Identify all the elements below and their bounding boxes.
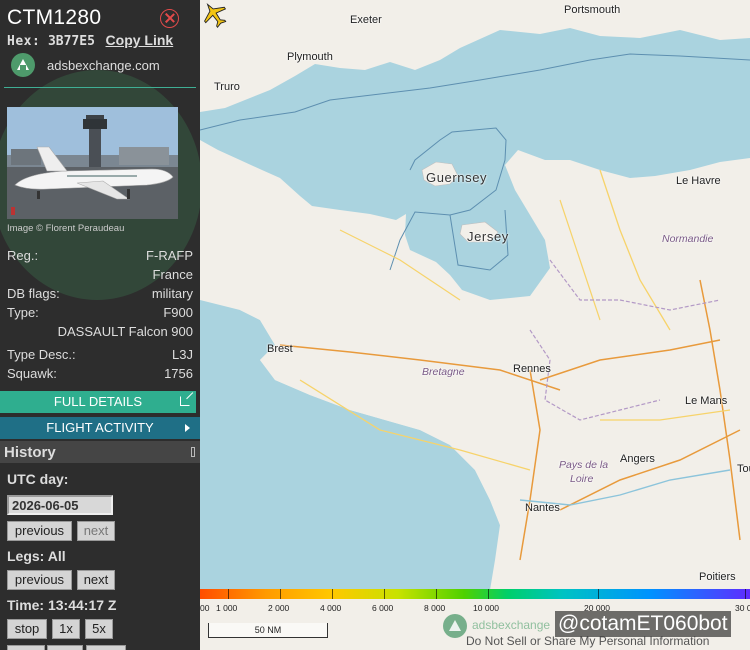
legend-tick xyxy=(598,589,599,599)
map-label-truro: Truro xyxy=(214,81,240,93)
history-title: History xyxy=(4,444,56,461)
brand-link[interactable]: adsbexchange.com xyxy=(47,58,160,73)
map-label-normandie: Normandie xyxy=(662,233,714,245)
info-row-type: Type: F900 xyxy=(7,305,193,323)
speed-1x-button[interactable]: 1x xyxy=(52,619,80,639)
legend-tick-label: 1 000 xyxy=(216,603,238,613)
flight-activity-label: FLIGHT ACTIVITY xyxy=(46,420,154,435)
photo-credit: Image © Florent Peraudeau xyxy=(7,223,125,234)
map-label-angers: Angers xyxy=(620,453,655,465)
info-value: F-RAFP xyxy=(146,248,193,263)
legs-next-button[interactable]: next xyxy=(77,570,115,590)
hex-value: 3B77E5 xyxy=(47,34,95,49)
map-label-portsmouth: Portsmouth xyxy=(564,4,621,16)
info-key: DB flags: xyxy=(7,286,60,301)
info-value: 1756 xyxy=(164,366,193,381)
legend-tick xyxy=(384,589,385,599)
legend-tick xyxy=(436,589,437,599)
full-details-button[interactable]: FULL DETAILS xyxy=(0,391,196,413)
copy-link-button[interactable]: Copy Link xyxy=(106,32,174,48)
legend-tick-label: 4 000 xyxy=(320,603,342,613)
legend-tick-label: 10 000 xyxy=(473,603,499,613)
full-details-label: FULL DETAILS xyxy=(53,394,143,409)
legend-tick xyxy=(280,589,281,599)
map-label-guernsey: Guernsey xyxy=(426,170,488,185)
adsbx-logo-icon xyxy=(11,53,35,77)
map-label-le-havre: Le Havre xyxy=(676,175,721,187)
info-row-type-desc: Type Desc.: L3J xyxy=(7,347,193,365)
info-row-registration: Reg.: F-RAFP xyxy=(7,248,193,266)
info-row-squawk: Squawk: 1756 xyxy=(7,366,193,384)
playback-button[interactable] xyxy=(47,645,83,650)
info-value: F900 xyxy=(163,305,193,320)
map-label-jersey: Jersey xyxy=(467,229,509,244)
map-label-plymouth: Plymouth xyxy=(287,51,333,63)
map-label-pays-de-la-loire-line1: Pays de la xyxy=(559,459,609,471)
legend-tick xyxy=(228,589,229,599)
map-label-nantes: Nantes xyxy=(525,502,560,514)
info-row-type-name: DASSAULT Falcon 900 xyxy=(7,324,193,342)
legend-tick-label: 8 000 xyxy=(424,603,446,613)
utc-day-input[interactable] xyxy=(7,495,113,515)
callsign-title: CTM1280 xyxy=(7,6,102,29)
legend-tick-label: 30 0 xyxy=(735,603,750,613)
legs-previous-button[interactable]: previous xyxy=(7,570,72,590)
chevron-right-icon xyxy=(185,424,190,432)
playback-button[interactable] xyxy=(7,645,45,650)
info-key: Squawk: xyxy=(7,366,57,381)
info-key: Type Desc.: xyxy=(7,347,76,362)
playback-button[interactable] xyxy=(86,645,126,650)
scale-bar: 50 NM xyxy=(208,623,328,638)
collapse-toggle-icon[interactable] xyxy=(191,447,195,457)
close-icon[interactable] xyxy=(160,9,179,28)
legend-tick xyxy=(745,589,746,599)
altitude-legend-bar xyxy=(200,589,750,599)
info-value: DASSAULT Falcon 900 xyxy=(57,324,193,339)
hex-row: Hex: 3B77E5 Copy Link xyxy=(7,32,173,49)
brand-row[interactable]: adsbexchange.com xyxy=(11,53,160,77)
flight-activity-button[interactable]: FLIGHT ACTIVITY xyxy=(0,417,200,439)
aircraft-photo[interactable] xyxy=(7,107,178,219)
map-view[interactable]: Portsmouth Exeter Plymouth Truro Le Havr… xyxy=(200,0,750,650)
day-previous-button[interactable]: previous xyxy=(7,521,72,541)
info-row-country: France xyxy=(7,267,193,285)
info-key: Reg.: xyxy=(7,248,39,263)
legend-tick-label: 00 xyxy=(200,603,210,613)
history-header[interactable]: History xyxy=(0,441,200,463)
map-label-pays-de-la-loire-line2: Loire xyxy=(570,473,594,485)
hex-label: Hex: xyxy=(7,34,41,49)
map-label-exeter: Exeter xyxy=(350,14,382,26)
external-link-icon xyxy=(180,396,190,406)
aircraft-icon[interactable] xyxy=(200,0,230,30)
day-next-button[interactable]: next xyxy=(77,521,115,541)
info-value: L3J xyxy=(172,347,193,362)
divider xyxy=(4,87,196,88)
map-label-bretagne: Bretagne xyxy=(422,366,465,378)
legend-tick xyxy=(332,589,333,599)
map-label-poitiers: Poitiers xyxy=(699,571,736,583)
legs-label: Legs: All xyxy=(7,548,66,564)
utc-day-label: UTC day: xyxy=(7,471,69,487)
map-label-rennes: Rennes xyxy=(513,363,551,375)
info-row-db-flags: DB flags: military xyxy=(7,286,193,304)
info-key: Type: xyxy=(7,305,39,320)
info-value: France xyxy=(152,267,193,282)
speed-5x-button[interactable]: 5x xyxy=(85,619,113,639)
adsbx-logo-icon xyxy=(443,614,467,638)
legend-tick xyxy=(488,589,489,599)
map-brand-watermark: adsbexchange xyxy=(472,618,551,632)
stop-button[interactable]: stop xyxy=(7,619,47,639)
legend-tick-label: 2 000 xyxy=(268,603,290,613)
map-label-tours: Tou xyxy=(737,463,750,475)
legend-tick-label: 6 000 xyxy=(372,603,394,613)
map-label-le-mans: Le Mans xyxy=(685,395,728,407)
map-label-brest: Brest xyxy=(267,343,293,355)
info-value: military xyxy=(151,286,193,301)
time-label: Time: 13:44:17 Z xyxy=(7,597,117,613)
map-tiles xyxy=(200,0,750,650)
bot-watermark: @cotamET060bot xyxy=(555,611,731,637)
info-sidebar: CTM1280 Hex: 3B77E5 Copy Link adsbexchan… xyxy=(0,0,200,650)
